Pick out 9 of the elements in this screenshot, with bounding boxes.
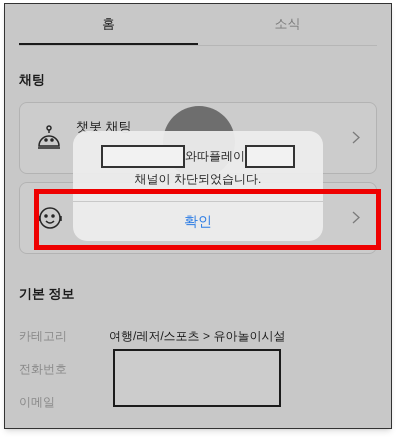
section-title: 채팅	[19, 71, 46, 89]
section-title: 기본 정보	[19, 284, 76, 302]
info-label: 이메일	[19, 394, 56, 410]
dialog-message: 와따플레이	[185, 148, 245, 165]
info-label: 카테고리	[19, 328, 68, 344]
info-value: 여행/레저/스포츠 > 유아놀이시설	[109, 328, 286, 344]
info-label: 전화번호	[19, 360, 68, 378]
chat-title: 챗봇 채팅	[76, 118, 132, 134]
dialog-message: 채널이 차단되었습니다.	[134, 170, 262, 188]
